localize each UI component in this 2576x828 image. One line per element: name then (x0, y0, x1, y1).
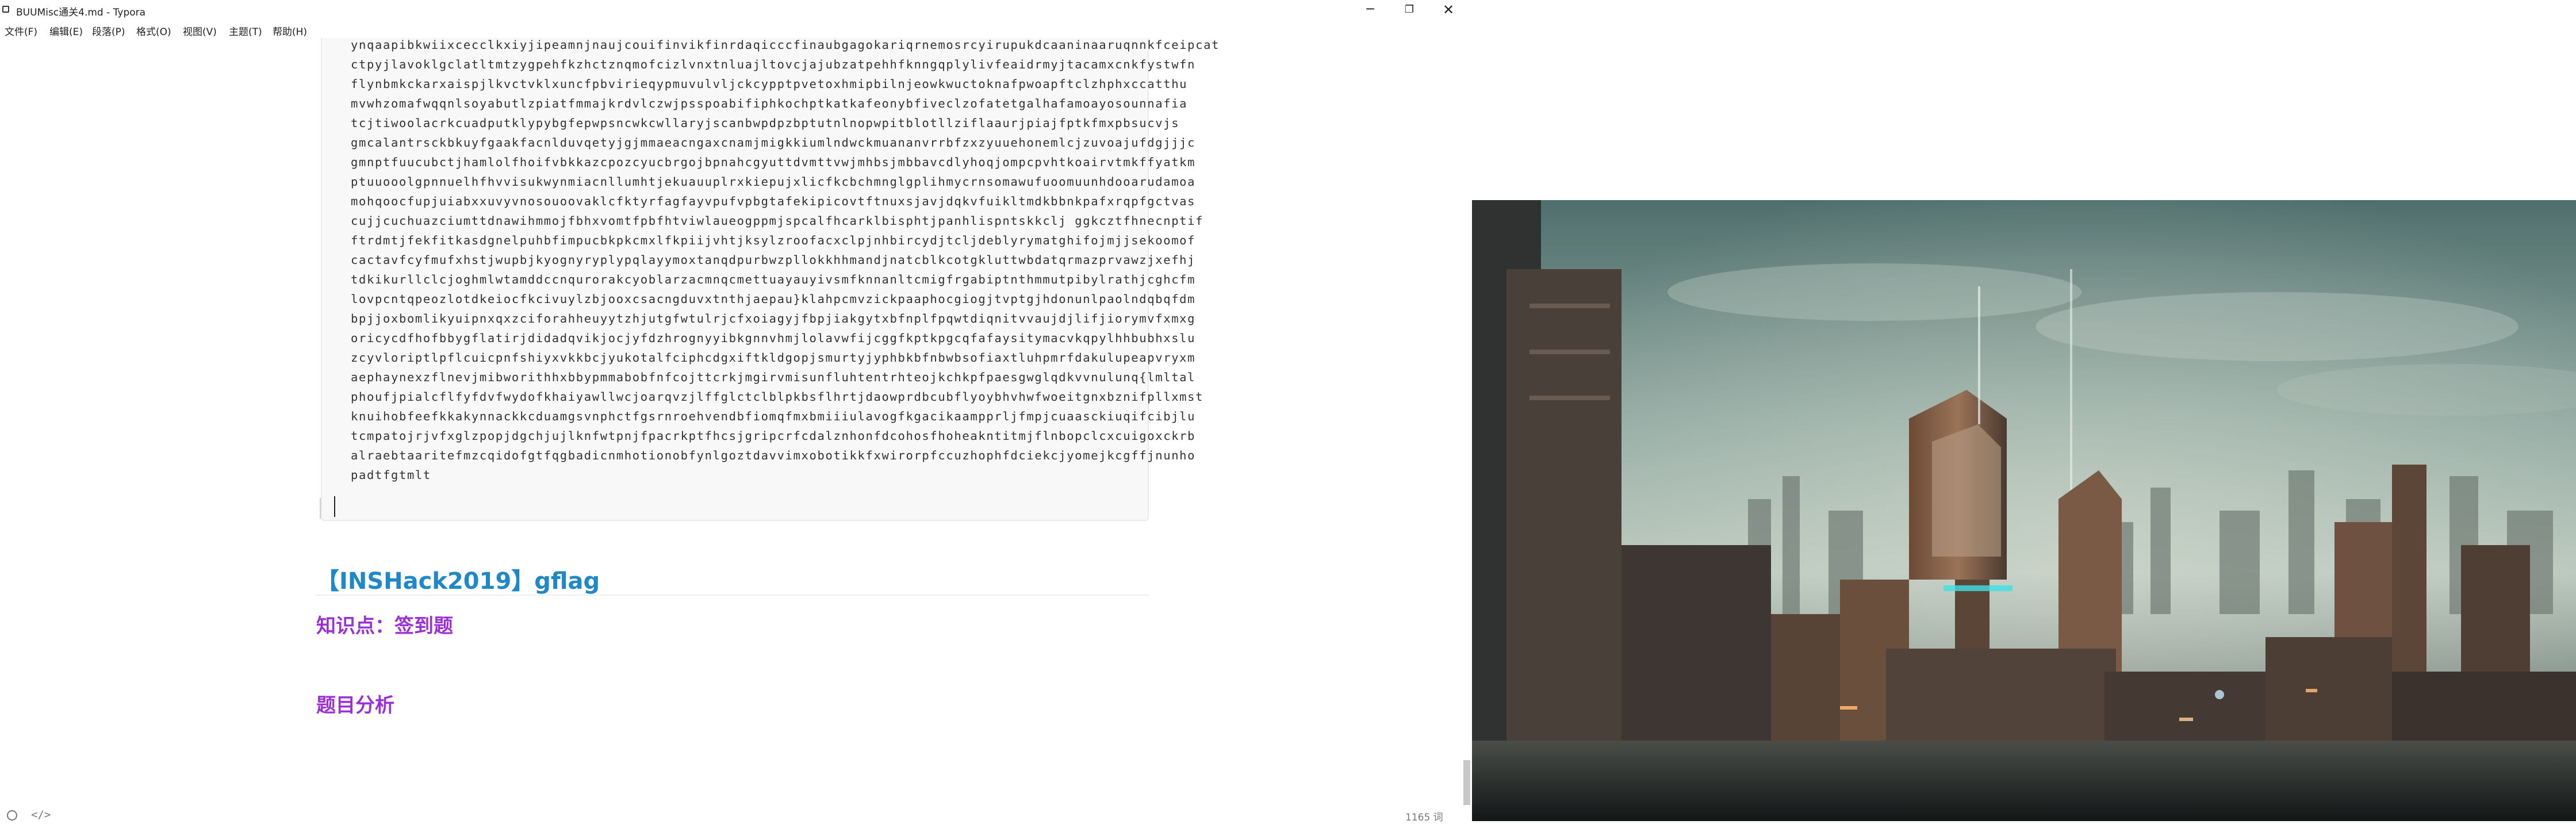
code-block[interactable]: ynqaapibkwiixcecclkxiyjipeamnjnaujcouifi… (321, 38, 1218, 521)
code-line: ctpyjlavoklgclatltmtzygpehfkzhctznqmofci… (351, 57, 1196, 71)
code-line: aephaynexzflnevjmibworithhxbbypmmabobfnf… (351, 370, 1196, 384)
source-mode-toggle[interactable]: </> (31, 808, 51, 821)
code-line: oricycdfhofbbygflatirjdidadqvikjocjyfdzh… (351, 331, 1196, 345)
code-line: cactavfcyfmufxhstjwupbjkyognyryplypqlayy… (351, 253, 1196, 267)
code-line: lovpcntqpeozlotdkeiocfkcivuylzbjooxcsacn… (351, 292, 1196, 306)
code-line: zcyvloriptlpflcuicpnfshiyxvkkbcjyukotalf… (351, 351, 1196, 365)
code-line: bpjjoxbomlikyuipnxqxzciforahheuyytzhjutg… (351, 312, 1196, 325)
menu-file[interactable]: 文件(F) (5, 24, 37, 38)
close-button[interactable]: ✕ (1433, 1, 1463, 18)
sci-fi-city-wallpaper (1472, 200, 2576, 821)
editor-area[interactable]: ynqaapibkwiixcecclkxiyjipeamnjnaujcouifi… (0, 38, 1472, 808)
menu-paragraph[interactable]: 段落(P) (92, 24, 125, 38)
code-line: knuihobfeefkkakynnackkcduamgsvnphctfgsrn… (351, 409, 1196, 423)
code-line: ynqaapibkwiixcecclkxiyjipeamnjnaujcouifi… (351, 38, 1220, 52)
title-bar: BUUMisc通关4.md - Typora ─ ❐ ✕ (0, 0, 1472, 18)
section-heading: 【INSHack2019】gflag (316, 568, 600, 595)
empty-paragraph-marker (320, 498, 321, 519)
menu-edit[interactable]: 编辑(E) (49, 24, 83, 38)
window-title: BUUMisc通关4.md - Typora (16, 7, 146, 18)
minimize-button[interactable]: ─ (1355, 1, 1385, 18)
desktop-wallpaper (1472, 0, 2576, 828)
code-line: ftrdmtjfekfitkasdgnelpuhbfimpucbkpkcmxlf… (351, 233, 1196, 247)
outline-toggle-icon[interactable] (7, 810, 17, 821)
code-line: cujjcuchuazciumttdnawihmmojfbhxvomtfpbfh… (351, 214, 1204, 228)
menu-format[interactable]: 格式(O) (136, 24, 171, 38)
typora-app-icon (2, 6, 9, 13)
code-line: tcmpatojrjvfxglzpopjdgchjujlknfwtpnjfpac… (351, 429, 1196, 443)
code-line: ptuuooolgpnnuelhfhvvisukwynmiacnllumhtje… (351, 175, 1196, 189)
code-line: padtfgtmlt (351, 468, 431, 482)
maximize-button[interactable]: ❐ (1394, 1, 1424, 18)
menu-theme[interactable]: 主题(T) (229, 24, 262, 38)
menu-help[interactable]: 帮助(H) (273, 24, 307, 38)
text-cursor (334, 496, 335, 517)
heading-underline (316, 595, 1149, 596)
menu-view[interactable]: 视图(V) (183, 24, 217, 38)
code-line: mvwhzomafwqqnlsoyabutlzpiatfmmajkrdvlczw… (351, 97, 1188, 110)
code-line: mohqoocfupjuiabxxuvyvnosouoovaklcfktyrfa… (351, 194, 1196, 208)
analysis-heading: 题目分析 (316, 694, 394, 717)
word-count[interactable]: 1165 词 (1405, 809, 1443, 823)
code-line: alraebtaaritefmzcqidofgtfqgbadicnmhotion… (351, 448, 1196, 462)
code-line: phoufjpialcflfyfdvfwydofkhaiyawllwcjoarq… (351, 390, 1204, 404)
status-bar: </> 1165 词 (0, 805, 1472, 828)
code-line: gmcalantrsckbkuyfgaakfacnlduvqetyjgjmmae… (351, 136, 1196, 150)
menu-bar: 文件(F) 编辑(E) 段落(P) 格式(O) 视图(V) 主题(T) 帮助(H… (0, 20, 1472, 38)
code-line: tcjtiwoolacrkcuadputklypybgfepwpsncwkcwl… (351, 116, 1180, 130)
code-line: tdkikurllclcjoghmlwtamddccnqurorakcyobla… (351, 273, 1196, 286)
knowledge-heading: 知识点：签到题 (316, 615, 453, 638)
code-line: gmnptfuucubctjhamlolfhoifvbkkazcpozcyucb… (351, 155, 1196, 169)
code-line: flynbmkckarxaispjlkvctvklxuncfpbvirieqyp… (351, 77, 1188, 91)
